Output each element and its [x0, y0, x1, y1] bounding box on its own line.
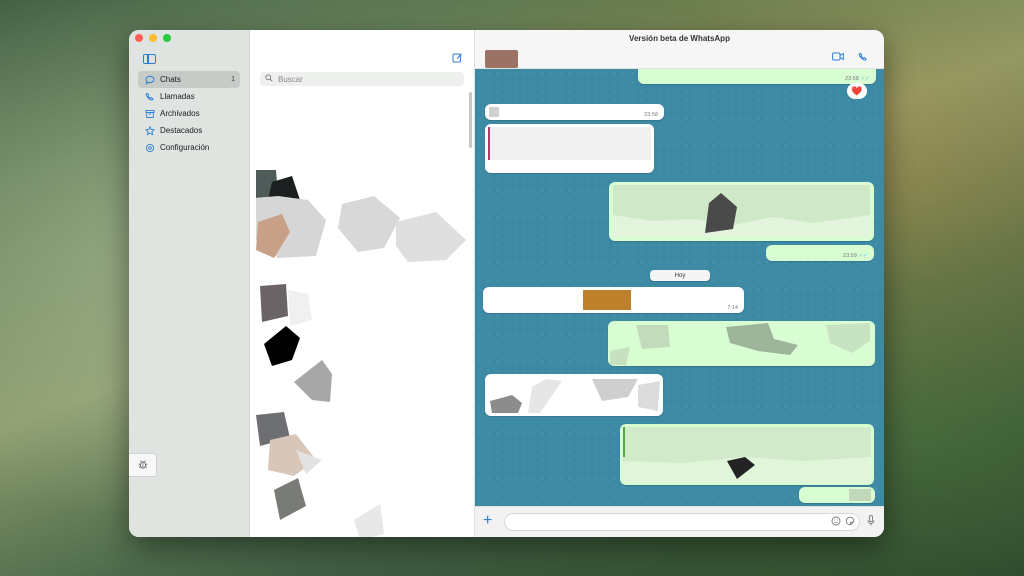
- sidebar-item-archivados[interactable]: Archivados: [138, 105, 240, 122]
- unread-count-badge: 1: [231, 76, 235, 83]
- message-bubble-outgoing-media[interactable]: [608, 321, 875, 366]
- conversation-panel: Versión beta de WhatsApp 23:58 ✓✓ ❤️ 23:5…: [475, 30, 884, 537]
- sticker-icon[interactable]: [845, 516, 855, 529]
- message-composer: +: [475, 506, 884, 537]
- link-preview[interactable]: [488, 127, 651, 160]
- header-actions: [832, 52, 868, 65]
- bug-report-button[interactable]: [129, 453, 157, 477]
- star-icon: [144, 125, 155, 136]
- sidebar-item-chats[interactable]: Chats 1: [138, 71, 240, 88]
- microphone-icon[interactable]: [867, 515, 875, 529]
- message-bubble-incoming-link[interactable]: [485, 124, 654, 173]
- redacted-thumbnail: [489, 107, 499, 117]
- new-chat-icon[interactable]: [452, 52, 463, 66]
- phone-icon: [144, 91, 155, 102]
- voice-call-icon[interactable]: [858, 52, 868, 65]
- archive-icon: [144, 108, 155, 119]
- sidebar-item-label: Chats: [160, 75, 181, 84]
- redacted-chat-list[interactable]: [250, 160, 475, 537]
- message-bubble-incoming-media[interactable]: [485, 374, 663, 416]
- redacted-thumbnail: [583, 290, 631, 310]
- gear-icon: [144, 142, 155, 153]
- sidebar-toggle-icon[interactable]: [143, 54, 156, 64]
- window-title: Versión beta de WhatsApp: [629, 34, 730, 43]
- message-list[interactable]: 23:58 ✓✓ ❤️ 23:58 23:59 ✓✓ Hoy 7:14: [475, 69, 884, 506]
- message-bubble-outgoing-media[interactable]: [620, 424, 874, 485]
- chat-bubble-icon: [144, 74, 155, 85]
- sidebar-item-label: Archivados: [160, 109, 200, 118]
- whatsapp-window: Chats 1 Llamadas Archivados Destacados C…: [129, 30, 884, 537]
- chat-list-scrollbar[interactable]: [469, 92, 472, 148]
- sidebar-item-llamadas[interactable]: Llamadas: [138, 88, 240, 105]
- date-separator: Hoy: [650, 270, 710, 281]
- contact-avatar[interactable]: [485, 50, 518, 68]
- sidebar-item-label: Configuración: [160, 143, 210, 152]
- sidebar: Chats 1 Llamadas Archivados Destacados C…: [129, 30, 250, 537]
- conversation-header: Versión beta de WhatsApp: [475, 30, 884, 69]
- search-placeholder: Buscar: [278, 74, 303, 84]
- redacted-thumbnail: [849, 489, 871, 501]
- message-bubble-incoming[interactable]: 23:58: [485, 104, 664, 120]
- close-window-button[interactable]: [135, 34, 143, 42]
- message-bubble-outgoing[interactable]: 23:59 ✓✓: [766, 245, 874, 261]
- bug-icon: [137, 458, 149, 473]
- sidebar-item-configuracion[interactable]: Configuración: [138, 139, 240, 156]
- search-field[interactable]: Buscar: [260, 72, 464, 86]
- redacted-media: [623, 427, 871, 482]
- minimize-window-button[interactable]: [149, 34, 157, 42]
- video-call-icon[interactable]: [832, 52, 844, 65]
- message-time: 23:58 ✓✓: [845, 76, 870, 82]
- attach-plus-icon[interactable]: +: [483, 513, 492, 529]
- message-bubble-incoming[interactable]: 7:14: [483, 287, 744, 313]
- emoji-icon[interactable]: [831, 516, 841, 529]
- message-bubble-outgoing[interactable]: 23:58 ✓✓: [638, 69, 876, 84]
- message-input[interactable]: [504, 513, 860, 531]
- message-bubble-outgoing-media[interactable]: [609, 182, 874, 241]
- chat-list-panel: Buscar: [250, 30, 475, 537]
- sidebar-item-label: Llamadas: [160, 92, 195, 101]
- sidebar-item-destacados[interactable]: Destacados: [138, 122, 240, 139]
- message-time: 7:14: [727, 305, 738, 311]
- message-bubble-outgoing[interactable]: [799, 487, 875, 503]
- sidebar-item-label: Destacados: [160, 126, 203, 135]
- search-icon: [265, 74, 273, 84]
- maximize-window-button[interactable]: [163, 34, 171, 42]
- message-time: 23:58: [644, 112, 658, 118]
- heart-reaction[interactable]: ❤️: [847, 83, 867, 99]
- redacted-media: [490, 379, 660, 413]
- sidebar-nav: Chats 1 Llamadas Archivados Destacados C…: [138, 71, 240, 156]
- redacted-media: [610, 323, 870, 365]
- message-time: 23:59 ✓✓: [843, 253, 868, 259]
- window-controls: [135, 34, 171, 42]
- redacted-media: [613, 185, 870, 237]
